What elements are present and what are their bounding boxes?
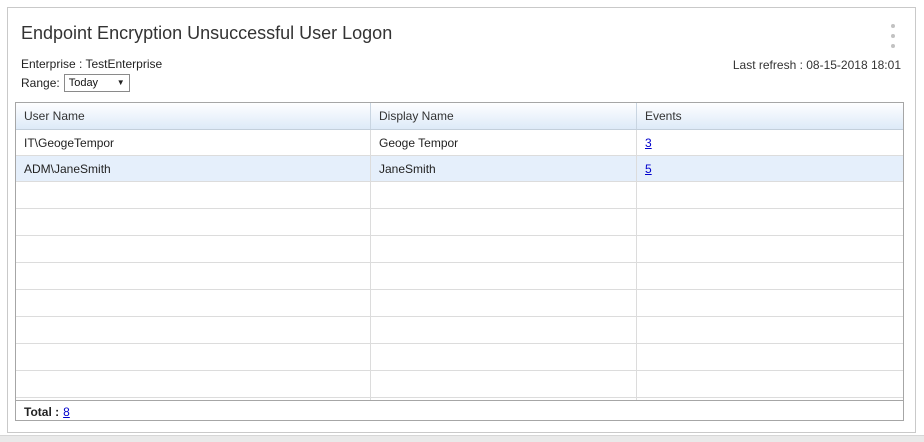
- table-row-empty: [16, 317, 903, 344]
- kebab-dot: [891, 44, 895, 48]
- column-header-display-name: Display Name: [371, 103, 637, 129]
- table-row: IT\GeogeTempor Geoge Tempor 3: [16, 130, 903, 156]
- total-events-link[interactable]: 8: [63, 405, 70, 419]
- enterprise-label: Enterprise : TestEnterprise: [21, 57, 162, 71]
- events-link[interactable]: 5: [645, 162, 652, 176]
- total-label: Total :: [24, 405, 59, 419]
- widget-card: Endpoint Encryption Unsuccessful User Lo…: [7, 7, 916, 433]
- table-row-empty: [16, 290, 903, 317]
- kebab-menu-icon[interactable]: [886, 24, 900, 48]
- table-row-empty: [16, 209, 903, 236]
- range-select[interactable]: Today ▼: [64, 74, 130, 92]
- dropdown-arrow-icon: ▼: [117, 79, 125, 87]
- bottom-band: [0, 435, 924, 442]
- cell-display-name: Geoge Tempor: [371, 130, 637, 155]
- range-selected-value: Today: [69, 77, 117, 89]
- range-label: Range:: [21, 76, 60, 90]
- events-link[interactable]: 3: [645, 136, 652, 150]
- table-row-empty: [16, 344, 903, 371]
- column-header-events: Events: [637, 103, 903, 129]
- cell-display-name: JaneSmith: [371, 156, 637, 181]
- table-header-row: User Name Display Name Events: [16, 103, 903, 130]
- user-logon-table: User Name Display Name Events IT\GeogeTe…: [15, 102, 904, 421]
- table-row-empty: [16, 263, 903, 290]
- column-header-user-name: User Name: [16, 103, 371, 129]
- cell-user-name: IT\GeogeTempor: [16, 130, 371, 155]
- widget-title: Endpoint Encryption Unsuccessful User Lo…: [21, 23, 392, 44]
- kebab-dot: [891, 24, 895, 28]
- table-row-empty: [16, 371, 903, 398]
- range-row: Range: Today ▼: [21, 74, 130, 92]
- kebab-dot: [891, 34, 895, 38]
- table-row-empty: [16, 182, 903, 209]
- table-row-empty: [16, 236, 903, 263]
- cell-user-name: ADM\JaneSmith: [16, 156, 371, 181]
- last-refresh-label: Last refresh : 08-15-2018 18:01: [733, 58, 901, 72]
- table-total-row: Total : 8: [16, 400, 903, 422]
- table-row: ADM\JaneSmith JaneSmith 5: [16, 156, 903, 182]
